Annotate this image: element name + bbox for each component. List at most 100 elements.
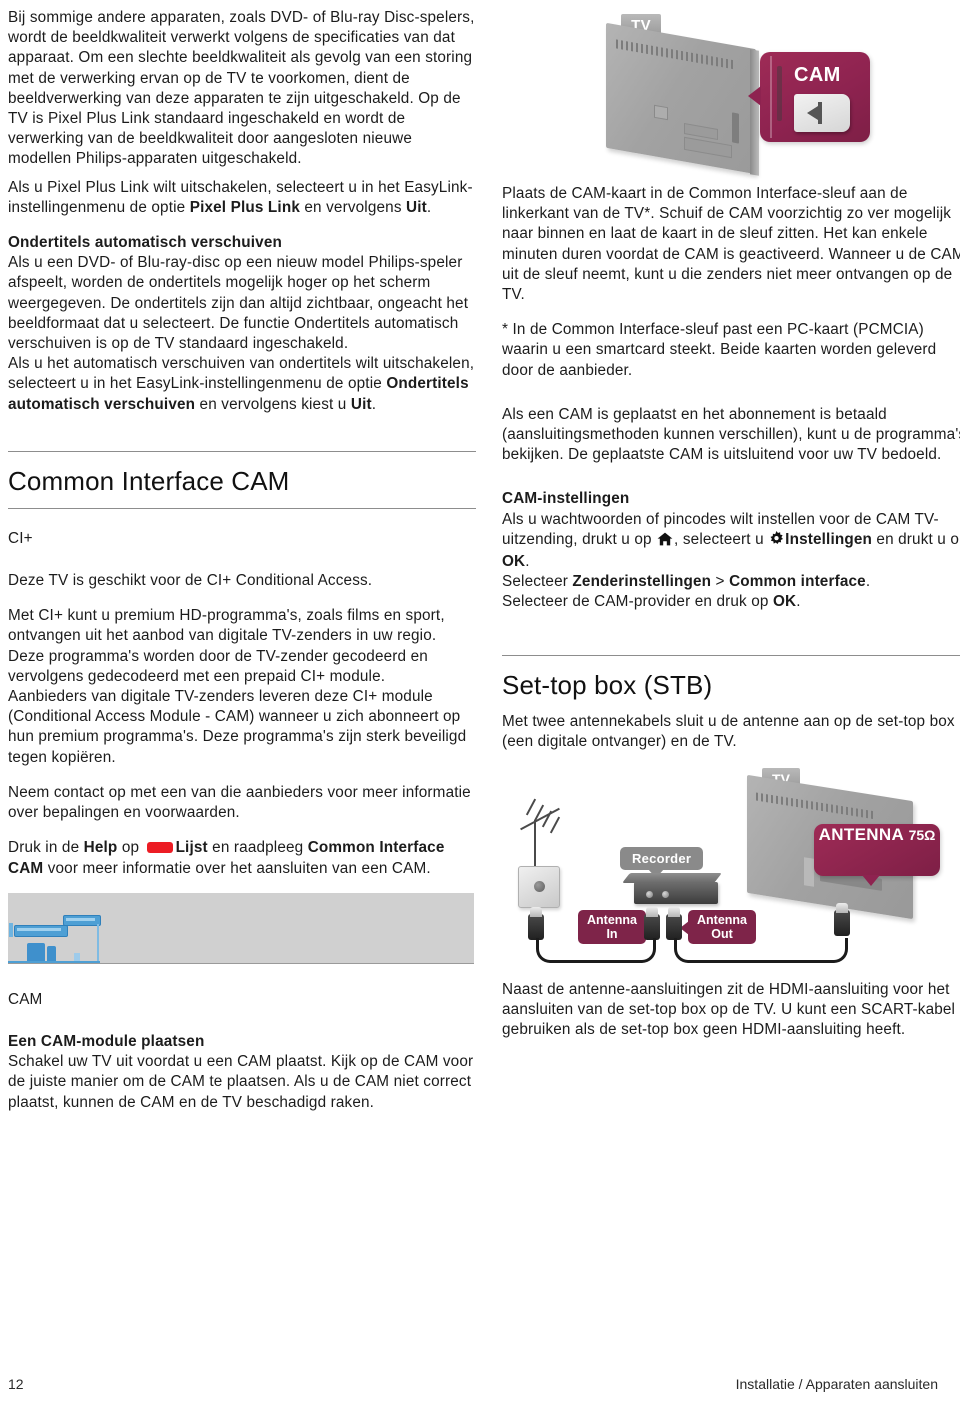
page-number: 12 <box>8 1376 24 1392</box>
antenna-badge-impedance: 75Ω <box>908 827 936 844</box>
help-text-3: en raadpleeg <box>207 839 308 857</box>
recorder-top-face <box>622 873 722 884</box>
cam-insert-paragraph: Plaats de CAM-kaart in de Common Interfa… <box>502 185 960 304</box>
cam-badge-label: CAM <box>794 64 841 86</box>
tv-common-interface-slot <box>732 112 739 144</box>
tv-side-edge <box>750 49 759 176</box>
pixel-plus-paragraph: Als u Pixel Plus Link wilt uitschakelen,… <box>8 178 476 218</box>
antenna-mast <box>534 820 536 869</box>
select-text-2: . <box>865 573 871 591</box>
coax-plug-recorder-in <box>644 907 660 941</box>
pixel-plus-link-bold: Pixel Plus Link <box>189 198 300 216</box>
cam-settings-paragraph-2: Selecteer Zenderinstellingen > Common in… <box>502 572 960 592</box>
menu-separator: > <box>711 573 730 591</box>
coax-plug-recorder-out <box>666 907 682 941</box>
instellingen-bold: Instellingen <box>785 530 872 548</box>
help-instruction-paragraph: Druk in de Help op Lijst en raadpleeg Co… <box>8 838 476 878</box>
subtitles-text-2: en vervolgens kiest u <box>195 395 351 413</box>
cam-illustration-cropped <box>8 892 474 964</box>
section-title-common-interface-cam: Common Interface CAM <box>8 465 290 496</box>
coax-plug-cap-4 <box>836 903 848 914</box>
antenna-element-1 <box>525 798 537 816</box>
tv-cam-insertion-illustration: TV CAM <box>502 8 960 184</box>
coax-plug-cap-2 <box>646 907 658 918</box>
wall-socket-hole-icon <box>534 881 545 893</box>
ciplus-paragraph-1: Deze TV is geschikt voor de CI+ Conditio… <box>8 572 373 590</box>
intro-paragraph: Bij sommige andere apparaten, zoals DVD-… <box>8 9 475 168</box>
antenna-75ohm-badge: ANTENNA 75Ω <box>814 824 940 887</box>
cam-settings-heading: CAM-instellingen <box>502 490 630 508</box>
right-column: TV CAM Plaats de CAM-kaart in de Common … <box>502 8 960 1041</box>
left-column: Bij sommige andere apparaten, zoals DVD-… <box>8 8 476 1113</box>
cam-settings-text-4: . <box>525 553 530 571</box>
ciplus-paragraph-4: Neem contact op met een van die aanbiede… <box>8 783 471 822</box>
cam-illus-tick <box>9 922 13 937</box>
stb-tv-side-bar <box>804 857 814 887</box>
cam-module-heading: Een CAM-module plaatsen <box>8 1032 205 1050</box>
antenna-out-line1: Antenna <box>697 913 747 928</box>
stb-paragraph-1: Met twee antennekabels sluit u de antenn… <box>502 712 955 750</box>
lijst-bold: Lijst <box>175 839 208 857</box>
antenna-in-line1: Antenna <box>587 913 637 928</box>
ciplus-label: CI+ <box>8 529 33 547</box>
help-bold: Help <box>83 839 118 857</box>
cam-settings-paragraph-1: Als u wachtwoorden of pincodes wilt inst… <box>502 510 960 573</box>
ok-bold-2: OK <box>772 593 797 611</box>
ciplus-paragraph-3: Aanbieders van digitale TV-zenders lever… <box>8 688 467 766</box>
cam-badge-slot-shadow <box>777 66 782 121</box>
cam-callout-badge: CAM <box>748 52 870 142</box>
cam-module-paragraph: Schakel uw TV uit voordat u een CAM plaa… <box>8 1053 474 1111</box>
cam-illus-block-2 <box>47 945 56 962</box>
cam-card-icon <box>794 94 850 132</box>
ok-bold-1: OK <box>502 553 526 571</box>
recorder-connector-1 <box>646 891 653 899</box>
set-top-box-connection-diagram: Recorder Antenna In Antenna Out TV ANTENNA… <box>502 762 960 971</box>
cam-illus-vertical-line <box>97 923 99 962</box>
subtitles-paragraph-1: Als u een DVD- of Blu-ray-disc op een ni… <box>8 254 469 353</box>
common-interface-bold: Common interface <box>729 573 866 591</box>
cam-illus-bar-lower <box>14 924 68 937</box>
coax-plug-cap-1 <box>530 907 542 918</box>
subscription-paragraph: Als een CAM is geplaatst en het abonneme… <box>502 405 960 464</box>
subtitles-paragraph-2: Als u het automatisch verschuiven van on… <box>8 354 476 415</box>
red-list-key-icon <box>146 841 173 853</box>
cam-badge-stripe <box>770 56 772 138</box>
ciplus-paragraph-2: Met CI+ kunt u premium HD-programma's, z… <box>8 607 445 685</box>
coax-plug-wall <box>528 907 544 941</box>
coax-plug-cap-3 <box>668 907 680 918</box>
section-title-set-top-box: Set-top box (STB) <box>502 669 713 700</box>
pixel-plus-text-2: en vervolgens <box>299 198 407 216</box>
gear-icon <box>769 530 784 552</box>
document-page: Bij sommige andere apparaten, zoals DVD-… <box>0 0 960 1414</box>
cam-card-arrow-icon <box>807 106 818 120</box>
help-text-1: Druk in de <box>8 839 84 857</box>
antenna-badge-pointer-icon <box>862 875 880 887</box>
cam-card-bar <box>818 102 822 124</box>
stb-paragraph-2: Naast de antenne-aansluitingen zit de HD… <box>502 981 956 1039</box>
antenna-badge-title: ANTENNA <box>818 825 905 845</box>
page-footer: 12 Installatie / Apparaten aansluiten <box>8 1376 938 1392</box>
antenna-cable-wall-to-recorder <box>536 938 656 964</box>
provider-text-1: Selecteer de CAM-provider en druk op <box>502 593 773 611</box>
cam-callout-pointer-icon <box>748 86 761 106</box>
cam-illus-bar-upper <box>63 914 101 926</box>
pixel-plus-text-3: . <box>426 198 432 216</box>
cam-illus-block-1 <box>27 942 45 962</box>
footer-breadcrumb: Installatie / Apparaten aansluiten <box>735 1376 938 1392</box>
recorder-device <box>622 873 722 905</box>
